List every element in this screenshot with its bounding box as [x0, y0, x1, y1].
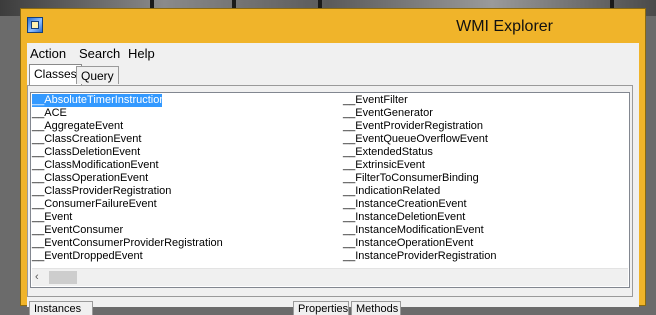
tab-instances[interactable]: Instances [29, 301, 93, 315]
list-item[interactable]: __InstanceOperationEvent [343, 237, 629, 250]
list-item[interactable]: __ClassOperationEvent [32, 172, 342, 185]
list-item[interactable]: __InstanceModificationEvent [343, 224, 629, 237]
list-item[interactable]: __EventProviderRegistration [343, 120, 629, 133]
menu-bar: Action Search Help [27, 43, 639, 63]
list-item[interactable]: __InstanceDeletionEvent [343, 211, 629, 224]
list-item[interactable]: __EventConsumer [32, 224, 342, 237]
list-item[interactable]: __ClassDeletionEvent [32, 146, 342, 159]
list-item[interactable]: __EventGenerator [343, 107, 629, 120]
tab-query[interactable]: Query [76, 66, 119, 84]
list-item[interactable]: __AggregateEvent [32, 120, 342, 133]
list-item[interactable]: __EventQueueOverflowEvent [343, 133, 629, 146]
main-tabs: Classes Query [27, 63, 639, 85]
class-list-right-column: __EventFilter __EventGenerator __EventProv… [343, 94, 629, 263]
list-item[interactable]: __EventConsumerProviderRegistration [32, 237, 342, 250]
client-area: Action Search Help Classes Query __Absol… [27, 43, 639, 315]
list-item[interactable]: __IndicationRelated [343, 185, 629, 198]
menu-search[interactable]: Search [79, 46, 120, 61]
class-list-left-column: __AbsoluteTimerInstruction __ACE __Aggrega… [32, 94, 342, 263]
list-item[interactable]: __ClassModificationEvent [32, 159, 342, 172]
scroll-left-icon[interactable]: ‹ [35, 271, 39, 283]
horizontal-scrollbar[interactable]: ‹ [32, 268, 628, 286]
list-item[interactable]: __FilterToConsumerBinding [343, 172, 629, 185]
list-item[interactable]: __InstanceCreationEvent [343, 198, 629, 211]
list-item[interactable]: __ClassProviderRegistration [32, 185, 342, 198]
tab-methods[interactable]: Methods [351, 301, 401, 315]
list-item[interactable]: __ClassCreationEvent [32, 133, 342, 146]
list-item[interactable]: __AbsoluteTimerInstruction [32, 94, 166, 107]
list-item[interactable]: __ExtendedStatus [343, 146, 629, 159]
list-item[interactable]: __InstanceProviderRegistration [343, 250, 629, 263]
menu-action[interactable]: Action [30, 46, 66, 61]
list-item[interactable]: __ConsumerFailureEvent [32, 198, 342, 211]
tab-classes[interactable]: Classes [29, 64, 82, 85]
window-title: WMI Explorer [456, 18, 553, 35]
menu-help[interactable]: Help [128, 46, 155, 61]
classes-panel: __AbsoluteTimerInstruction __ACE __Aggrega… [27, 85, 633, 297]
class-list[interactable]: __AbsoluteTimerInstruction __ACE __Aggrega… [30, 92, 630, 288]
list-item[interactable]: __EventFilter [343, 94, 629, 107]
list-item[interactable]: __ACE [32, 107, 342, 120]
title-bar[interactable]: WMI Explorer [21, 9, 645, 43]
list-item[interactable]: __ExtrinsicEvent [343, 159, 629, 172]
list-item[interactable]: __EventDroppedEvent [32, 250, 342, 263]
wmi-explorer-window: WMI Explorer Action Search Help Classes … [20, 8, 646, 315]
scroll-thumb[interactable] [49, 271, 77, 284]
list-item[interactable]: __Event [32, 211, 342, 224]
tab-properties[interactable]: Properties [293, 301, 349, 315]
